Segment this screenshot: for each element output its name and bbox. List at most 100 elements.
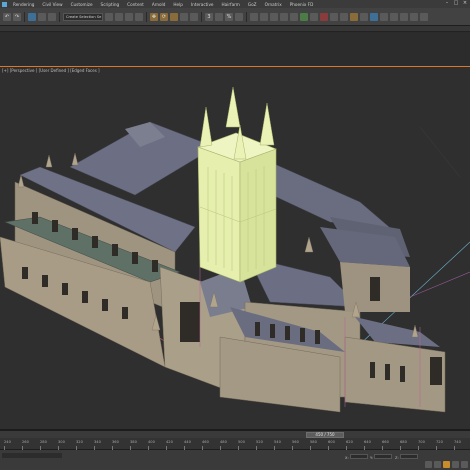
goz-icon[interactable] [410,12,418,21]
maxscript-listener[interactable] [2,453,62,458]
track-bar-tick-label: 600 [328,440,335,444]
track-bar-tick-label: 520 [256,440,263,444]
time-slider[interactable]: 450 / 750 [0,430,470,438]
track-bar-tick-label: 380 [130,440,137,444]
track-bar-tick-label: 500 [238,440,245,444]
redo-icon[interactable]: ↷ [13,12,21,21]
window-controls: – □ × [444,1,468,6]
unlink-icon[interactable] [38,12,46,21]
go-to-end-icon[interactable] [461,461,468,468]
toolbar-divider [246,11,247,22]
track-bar-tick-label: 300 [58,440,65,444]
select-rotate-icon[interactable]: ⟳ [160,12,168,21]
go-to-start-icon[interactable] [425,461,432,468]
track-bar-tick-label: 340 [94,440,101,444]
minimize-icon[interactable]: – [444,1,450,6]
z-coordinate-field[interactable] [399,454,418,459]
track-bar-tick-label: 460 [202,440,209,444]
track-bar-tick-label: 540 [274,440,281,444]
play-icon[interactable] [443,461,450,468]
menu-ornatrix[interactable]: Ornatrix [261,2,286,7]
menu-help[interactable]: Help [169,2,187,7]
menu-rendering[interactable]: Rendering [9,2,38,7]
track-bar-tick-label: 620 [346,440,353,444]
track-bar-tick-label: 660 [382,440,389,444]
select-move-icon[interactable]: ✥ [150,12,158,21]
track-bar-tick-label: 320 [76,440,83,444]
reference-coordinate-icon[interactable] [180,12,188,21]
menu-bar: Rendering Civil View Customize Scripting… [0,0,470,8]
hairfarm-icon[interactable] [390,12,398,21]
z-coordinate: Z: [395,454,418,460]
select-object-icon[interactable] [105,12,113,21]
x-coordinate-field[interactable] [349,454,368,459]
render-iterative-icon[interactable] [360,12,368,21]
y-coordinate-field[interactable] [373,454,392,459]
phoenix-fd-icon[interactable] [380,12,388,21]
track-bar[interactable]: 240 260 280 300 320 340 360 380 400 420 440 460 480 5… [0,438,470,450]
menu-phoenix-fd[interactable]: Phoenix FD [286,2,318,7]
edit-named-selection-icon[interactable] [250,12,258,21]
pivot-center-icon[interactable] [190,12,198,21]
menu-arnold[interactable]: Arnold [148,2,170,7]
track-bar-tick-label: 260 [22,440,29,444]
material-editor-icon[interactable] [320,12,328,21]
toggle-ribbon-icon[interactable] [290,12,298,21]
toolbar-divider [24,11,25,22]
mirror-icon[interactable] [260,12,268,21]
perspective-viewport[interactable]: [+] [Perspective ] [User Defined ] [Edge… [0,66,470,430]
previous-frame-icon[interactable] [434,461,441,468]
toolbar-divider [201,11,202,22]
track-bar-tick-label: 420 [166,440,173,444]
menu-customize[interactable]: Customize [67,2,97,7]
app-icon[interactable] [2,1,7,7]
angle-snap-icon[interactable] [215,12,223,21]
spinner-snap-icon[interactable] [235,12,243,21]
y-coordinate: Y: [370,454,392,460]
schematic-view-icon[interactable] [310,12,318,21]
ornatrix-icon[interactable] [400,12,408,21]
track-bar-tick-label: 280 [40,440,47,444]
track-bar-tick-label: 440 [184,440,191,444]
snaps-toggle-icon[interactable]: 3 [205,12,213,21]
select-scale-icon[interactable] [170,12,178,21]
playback-controls [425,461,468,468]
menu-scripting[interactable]: Scripting [97,2,124,7]
align-icon[interactable] [270,12,278,21]
viewport-label[interactable]: [+] [Perspective ] [User Defined ] [Edge… [2,68,100,73]
central-tower-selected [197,86,277,283]
maximize-icon[interactable]: □ [453,1,459,6]
cathedral-model [0,86,446,413]
selection-filter-dropdown[interactable]: Create Selection Se [63,12,103,21]
track-bar-tick-label: 740 [454,440,461,444]
menu-hairfarm[interactable]: Hairfarm [218,2,244,7]
window-crossing-icon[interactable] [135,12,143,21]
interactive-icon[interactable] [420,12,428,21]
menu-content[interactable]: Content [123,2,148,7]
track-bar-tick-label: 240 [4,440,11,444]
render-production-icon[interactable] [350,12,358,21]
undo-icon[interactable]: ↶ [3,12,11,21]
select-by-name-icon[interactable] [115,12,123,21]
toolbar-divider [146,11,147,22]
curve-editor-icon[interactable] [300,12,308,21]
percent-snap-icon[interactable]: % [225,12,233,21]
menu-goz[interactable]: GoZ [244,2,261,7]
track-bar-tick-label: 560 [292,440,299,444]
x-coordinate: X: [345,454,368,460]
render-setup-icon[interactable] [330,12,338,21]
menu-interactive[interactable]: Interactive [187,2,218,7]
rendered-frame-window-icon[interactable] [340,12,348,21]
scene-render [0,86,470,413]
track-bar-tick-label: 400 [148,440,155,444]
rectangular-selection-icon[interactable] [125,12,133,21]
close-icon[interactable]: × [462,1,468,6]
menu-civil-view[interactable]: Civil View [38,2,66,7]
layer-explorer-icon[interactable] [280,12,288,21]
arnold-render-icon[interactable] [370,12,378,21]
track-bar-tick-label: 360 [112,440,119,444]
next-frame-icon[interactable] [452,461,459,468]
link-icon[interactable] [28,12,36,21]
bind-space-warp-icon[interactable] [48,12,56,21]
main-toolbar: ↶ ↷ Create Selection Se ✥ ⟳ 3 % [0,8,470,26]
